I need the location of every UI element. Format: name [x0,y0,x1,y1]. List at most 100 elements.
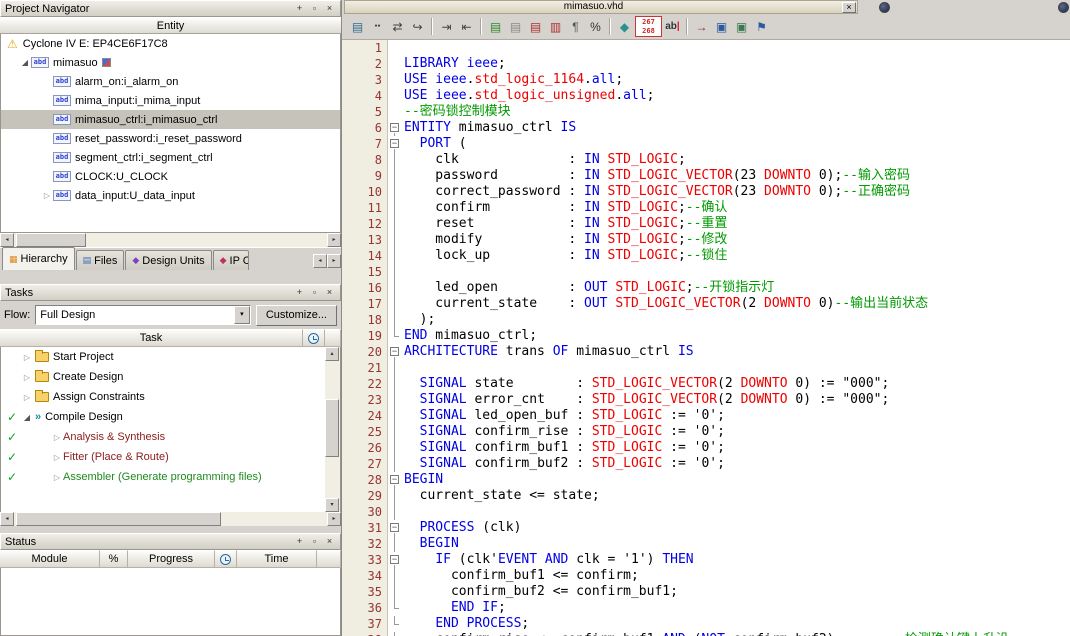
tree-row-instance[interactable]: abd mima_input:i_mima_input [1,91,340,110]
line-number[interactable]: 35 [342,584,388,600]
find-icon[interactable]: ●● [368,16,387,37]
scrollbar-thumb[interactable] [16,233,86,247]
line-number[interactable]: 26 [342,440,388,456]
code-line[interactable]: 31− PROCESS (clk) [342,520,1070,536]
code-line[interactable]: 14 lock_up : IN STD_LOGIC;--锁住 [342,248,1070,264]
edit-document-icon[interactable]: ▤ [348,16,367,37]
close-icon[interactable]: × [842,1,856,13]
tasks-titlebar[interactable]: Tasks + ▫ × [0,284,341,301]
line-number[interactable]: 14 [342,248,388,264]
line-number[interactable]: 10 [342,184,388,200]
line-number[interactable]: 8 [342,152,388,168]
line-number[interactable]: 9 [342,168,388,184]
line-number[interactable]: 38 [342,632,388,636]
line-number[interactable]: 33 [342,552,388,568]
code-line[interactable]: 37 END PROCESS; [342,616,1070,632]
line-number[interactable]: 25 [342,424,388,440]
line-number[interactable]: 34 [342,568,388,584]
open-template-icon[interactable]: ▣ [712,16,731,37]
line-number[interactable]: 22 [342,376,388,392]
tab-hierarchy[interactable]: ▦ Hierarchy [2,247,75,270]
collapse-arrow-icon[interactable]: ◢ [21,413,33,422]
comment-icon[interactable]: ▤ [486,16,505,37]
line-number[interactable]: 21 [342,360,388,376]
pin-icon[interactable]: + [293,536,306,548]
fold-toggle-icon[interactable]: − [388,472,401,488]
code-editor[interactable]: 1 2 LIBRARY ieee; 3 USE ieee.std_logic_1164.… [342,40,1070,636]
goto-next-icon[interactable]: → [692,16,711,37]
task-row[interactable]: ▷ Create Design [1,367,340,387]
insert-template-icon[interactable]: ▣ [732,16,751,37]
scroll-right-icon[interactable]: ▸ [327,512,341,526]
task-row[interactable]: ▷ Assembler (Generate programming files) [1,467,340,487]
scroll-left-icon[interactable]: ◂ [0,233,14,247]
module-column-header[interactable]: Module [0,550,100,568]
line-number[interactable]: 18 [342,312,388,328]
scrollbar-track[interactable] [14,512,327,526]
line-number[interactable]: 4 [342,88,388,104]
line-number[interactable]: 3 [342,72,388,88]
window-icon[interactable] [1058,2,1069,13]
remove-mark-icon[interactable]: ▥ [546,16,565,37]
indent-icon[interactable]: ⇥ [437,16,456,37]
code-line[interactable]: 17 current_state : OUT STD_LOGIC_VECTOR(… [342,296,1070,312]
fold-toggle-icon[interactable]: − [388,552,401,568]
task-row-compile-design[interactable]: ◢ » Compile Design [1,407,340,427]
code-line[interactable]: 1 [342,40,1070,56]
code-line[interactable]: 3 USE ieee.std_logic_1164.all; [342,72,1070,88]
code-line[interactable]: 32 BEGIN [342,536,1070,552]
line-number[interactable]: 13 [342,232,388,248]
expand-arrow-icon[interactable]: ▷ [21,373,33,382]
percent-column-header[interactable]: % [100,550,128,568]
code-line[interactable]: 22 SIGNAL state : STD_LOGIC_VECTOR(2 DOW… [342,376,1070,392]
task-row[interactable]: ▷ Fitter (Place & Route) [1,447,340,467]
float-icon[interactable]: ▫ [308,536,321,548]
tab-ip-components[interactable]: ◆ IP C [212,250,249,270]
code-line[interactable]: 27 SIGNAL confirm_buf2 : STD_LOGIC := '0… [342,456,1070,472]
tab-scroll-right-icon[interactable]: ▸ [327,254,341,268]
code-line[interactable]: 20− ARCHITECTURE trans OF mimasuo_ctrl IS [342,344,1070,360]
code-line[interactable]: 19 END mimasuo_ctrl; [342,328,1070,344]
scrollbar-track[interactable] [14,233,327,247]
code-line[interactable]: 9 password : IN STD_LOGIC_VECTOR(23 DOWN… [342,168,1070,184]
vertical-scrollbar[interactable]: ▴ ▾ [325,347,340,512]
code-line[interactable]: 12 reset : IN STD_LOGIC;--重置 [342,216,1070,232]
code-line[interactable]: 26 SIGNAL confirm_buf1 : STD_LOGIC := '0… [342,440,1070,456]
code-line[interactable]: 4 USE ieee.std_logic_unsigned.all; [342,88,1070,104]
code-line[interactable]: 21 [342,360,1070,376]
scrollbar-thumb[interactable] [16,512,221,526]
find-replace-icon[interactable]: ⇄ [388,16,407,37]
expand-arrow-icon[interactable]: ▷ [51,473,63,482]
pin-icon[interactable]: + [293,287,306,299]
goto-line-icon[interactable]: ↪ [408,16,427,37]
close-icon[interactable]: × [323,536,336,548]
line-number[interactable]: 7 [342,136,388,152]
attach-icon[interactable]: ¶ [566,16,585,37]
window-icon[interactable] [879,2,890,13]
code-line[interactable]: 35 confirm_buf2 <= confirm_buf1; [342,584,1070,600]
line-number[interactable]: 1 [342,40,388,56]
editor-titlebar[interactable]: mimasuo.vhd × [344,0,858,14]
tree-row-top-entity[interactable]: ◢ abd mimasuo [1,53,340,72]
tree-row-instance[interactable]: abd alarm_on:i_alarm_on [1,72,340,91]
expand-arrow-icon[interactable]: ▷ [21,393,33,402]
fold-toggle-icon[interactable]: − [388,136,401,152]
status-titlebar[interactable]: Status + ▫ × [0,533,341,550]
tree-row-instance[interactable]: abd CLOCK:U_CLOCK [1,167,340,186]
code-line[interactable]: 28− BEGIN [342,472,1070,488]
expand-arrow-icon[interactable]: ▷ [51,433,63,442]
code-line[interactable]: 33− IF (clk'EVENT AND clk = '1') THEN [342,552,1070,568]
horizontal-scrollbar[interactable]: ◂ ▸ [0,512,341,526]
line-number[interactable]: 12 [342,216,388,232]
task-row[interactable]: ▷ Assign Constraints [1,387,340,407]
code-line[interactable]: 29 current_state <= state; [342,488,1070,504]
tab-files[interactable]: ▤ Files [75,250,125,270]
code-line[interactable]: 30 [342,504,1070,520]
line-number[interactable]: 17 [342,296,388,312]
code-line[interactable]: 16 led_open : OUT STD_LOGIC;--开锁指示灯 [342,280,1070,296]
insert-mark-icon[interactable]: ▤ [526,16,545,37]
code-line[interactable]: 7− PORT ( [342,136,1070,152]
horizontal-scrollbar[interactable]: ◂ ▸ [0,233,341,247]
code-line[interactable]: 6− ENTITY mimasuo_ctrl IS [342,120,1070,136]
line-number[interactable]: 37 [342,616,388,632]
